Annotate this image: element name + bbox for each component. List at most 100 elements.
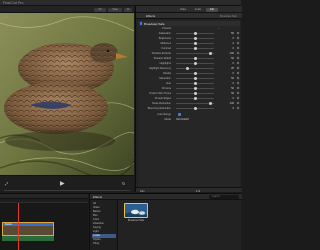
param-value[interactable]: 0 <box>233 107 234 110</box>
param-slider-knob[interactable] <box>193 46 197 50</box>
keyframe-icon[interactable] <box>236 31 239 35</box>
viewer-settings-icon[interactable]: ⚙ <box>124 7 132 12</box>
keyframe-icon[interactable] <box>236 76 239 80</box>
param-value[interactable]: 50 <box>231 77 234 80</box>
param-slider-knob[interactable] <box>208 101 212 105</box>
param-value[interactable]: 50 <box>231 57 234 60</box>
keyframe-icon[interactable] <box>236 36 239 40</box>
param-slider[interactable] <box>176 31 214 35</box>
keyframe-icon[interactable] <box>236 61 239 65</box>
param-slider[interactable] <box>176 96 214 100</box>
keyframe-icon[interactable] <box>236 81 239 85</box>
param-value[interactable]: 100 <box>230 102 234 105</box>
loop-icon[interactable]: ↻ <box>122 181 125 187</box>
keyframe-icon[interactable] <box>236 71 239 75</box>
auto-range-checkbox[interactable] <box>178 113 181 116</box>
effects-browser: Effects Search All Video Basics Blur Color Di… <box>89 194 242 250</box>
keyframe-icon[interactable] <box>236 91 239 95</box>
keyframe-icon[interactable] <box>236 46 239 50</box>
param-slider-knob[interactable] <box>208 51 212 55</box>
param-slider-knob[interactable] <box>193 31 197 35</box>
mix-value[interactable]: 1.0 <box>196 189 200 193</box>
zoom-menu[interactable]: Fit <box>94 7 106 12</box>
param-slider-knob[interactable] <box>193 91 197 95</box>
param-value[interactable]: 0 <box>233 47 234 50</box>
param-slider[interactable] <box>176 36 214 40</box>
param-value[interactable]: 50 <box>231 32 234 35</box>
param-label: Adaptation <box>158 31 171 35</box>
presets-label: Presets <box>162 26 171 30</box>
keyframe-icon[interactable] <box>236 101 239 105</box>
param-row: Midtones 0 <box>138 41 240 46</box>
param-slider[interactable] <box>176 81 214 85</box>
param-row: Details 0 <box>138 71 240 76</box>
param-slider[interactable] <box>176 91 214 95</box>
param-value[interactable]: 0 <box>233 62 234 65</box>
keyframe-icon[interactable] <box>236 106 239 110</box>
param-row: Brightness 0 <box>138 36 240 41</box>
param-slider[interactable] <box>176 41 214 45</box>
param-slider-knob[interactable] <box>193 81 197 85</box>
param-slider-knob[interactable] <box>185 66 189 70</box>
param-value[interactable]: 100 <box>230 52 234 55</box>
effects-category-item[interactable]: Tiling <box>92 242 116 246</box>
viewer-scrubber[interactable] <box>4 190 130 191</box>
param-slider-knob[interactable] <box>193 71 197 75</box>
audio-waveform[interactable] <box>2 236 54 241</box>
param-slider[interactable] <box>176 61 214 65</box>
mix-label: Mix <box>140 188 145 193</box>
param-label: Details <box>163 71 171 75</box>
effect-thumbnail[interactable] <box>124 203 148 218</box>
param-slider[interactable] <box>176 46 214 50</box>
param-slider[interactable] <box>176 101 214 105</box>
param-slider-knob[interactable] <box>193 96 197 100</box>
param-value[interactable]: 25 <box>231 67 234 70</box>
param-slider-knob[interactable] <box>193 56 197 60</box>
tab-info[interactable]: Info <box>206 7 218 12</box>
keyframe-icon[interactable] <box>236 51 239 55</box>
param-slider-knob[interactable] <box>193 76 197 80</box>
param-value[interactable]: 50 <box>231 87 234 90</box>
effects-search-input[interactable]: Search <box>209 195 239 199</box>
param-value[interactable]: 0 <box>233 97 234 100</box>
param-slider[interactable] <box>176 56 214 60</box>
param-slider-knob[interactable] <box>193 106 197 110</box>
tab-video[interactable]: Video <box>176 8 190 12</box>
keyframe-icon[interactable] <box>236 41 239 45</box>
effect-enable-checkbox[interactable] <box>139 22 142 25</box>
keyframe-icon[interactable] <box>236 56 239 60</box>
param-slider-knob[interactable] <box>193 36 197 40</box>
view-menu[interactable]: View <box>108 7 122 12</box>
param-slider-knob[interactable] <box>193 86 197 90</box>
keyframe-icon[interactable] <box>236 86 239 90</box>
param-value[interactable]: 0 <box>233 72 234 75</box>
playhead[interactable] <box>18 203 19 250</box>
param-value[interactable]: 0 <box>233 37 234 40</box>
param-slider-knob[interactable] <box>193 61 197 65</box>
param-value[interactable]: 50 <box>231 92 234 95</box>
param-slider[interactable] <box>176 76 214 80</box>
param-label: Highlights <box>159 61 171 65</box>
video-clip[interactable]: Ducks <box>2 222 54 236</box>
effect-header[interactable]: Broadcast Safe <box>138 21 240 26</box>
param-slider[interactable] <box>176 66 214 70</box>
timeline[interactable]: Ducks <box>0 203 88 250</box>
param-slider[interactable] <box>176 51 214 55</box>
param-value[interactable]: 0 <box>233 42 234 45</box>
keyframe-icon[interactable] <box>236 96 239 100</box>
presets-row[interactable]: Presets ⌄ <box>138 26 240 31</box>
play-button[interactable]: ▶ <box>60 181 65 187</box>
param-value[interactable]: 0 <box>233 82 234 85</box>
param-slider[interactable] <box>176 106 214 110</box>
tab-audio[interactable]: Audio <box>191 8 205 12</box>
param-slider[interactable] <box>176 71 214 75</box>
inspector-subtitle: Broadcast Safe <box>219 14 237 18</box>
viewer[interactable] <box>0 13 134 175</box>
param-label: Highlight Recovery <box>149 66 171 70</box>
keyframe-icon[interactable] <box>236 66 239 70</box>
presets-chevron-icon[interactable]: ⌄ <box>218 27 220 30</box>
param-slider-knob[interactable] <box>193 41 197 45</box>
param-slider[interactable] <box>176 86 214 90</box>
fullscreen-icon[interactable]: ⤢ <box>5 181 8 187</box>
mode-popup[interactable]: Soft Rolloff <box>176 118 189 121</box>
